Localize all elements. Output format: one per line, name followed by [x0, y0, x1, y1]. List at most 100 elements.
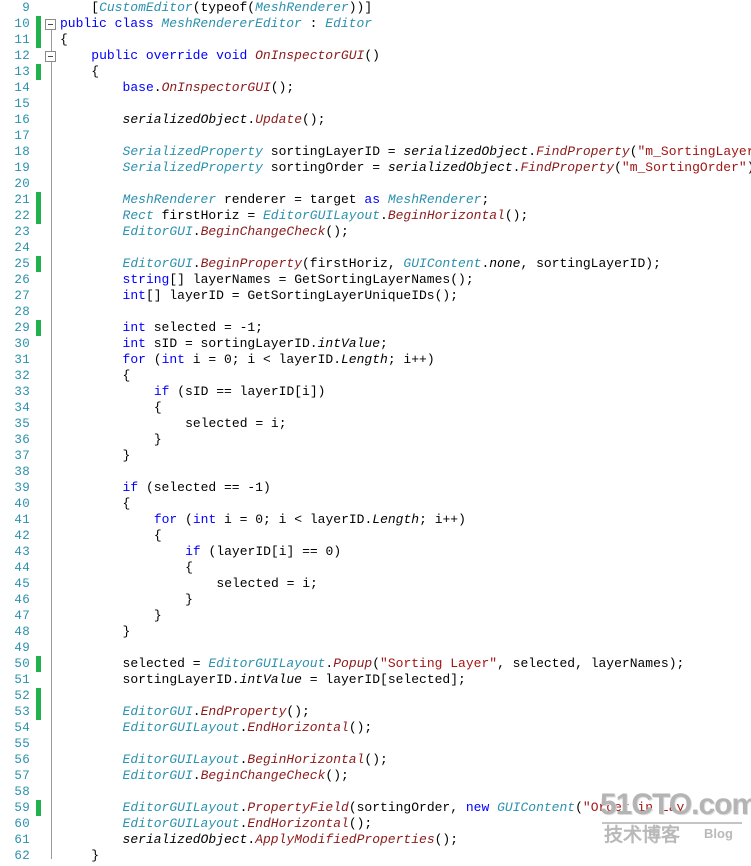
code-token-type: EditorGUI	[122, 224, 193, 239]
code-token-field: serializedObject	[122, 112, 248, 127]
code-line[interactable]: if (selected == -1)	[60, 480, 271, 496]
code-line[interactable]: EditorGUI.BeginChangeCheck();	[60, 224, 349, 240]
code-line[interactable]	[60, 128, 68, 144]
code-token-type: MeshRendererEditor	[161, 16, 302, 31]
code-line[interactable]: EditorGUILayout.EndHorizontal();	[60, 816, 373, 832]
code-token-plain: (	[614, 160, 622, 175]
code-line[interactable]: {	[60, 64, 99, 80]
code-token-kw: if	[153, 384, 170, 399]
line-number: 36	[14, 433, 30, 447]
code-token-plain: ();	[504, 208, 529, 223]
code-line[interactable]: Rect firstHoriz = EditorGUILayout.BeginH…	[60, 208, 529, 224]
code-line[interactable]: {	[60, 560, 193, 576]
code-token-field: none	[489, 256, 521, 271]
code-line[interactable]	[60, 784, 68, 800]
code-line[interactable]	[60, 96, 68, 112]
code-line[interactable]: serializedObject.Update();	[60, 112, 326, 128]
line-number: 13	[14, 65, 30, 79]
code-line[interactable]: {	[60, 528, 162, 544]
line-number: 51	[14, 673, 30, 687]
code-token-kw: new	[465, 800, 498, 815]
code-token-type: EditorGUI	[122, 704, 193, 719]
code-editor-pane[interactable]: 9 10 11 12 13 14 15 16 17 18 19 20 21 22 23 24 25 26 27 28 2…	[0, 0, 751, 866]
code-line[interactable]	[60, 688, 68, 704]
code-line[interactable]	[60, 176, 68, 192]
line-number: 31	[14, 353, 30, 367]
code-line[interactable]: {	[60, 400, 162, 416]
code-line[interactable]: EditorGUILayout.EndHorizontal();	[60, 720, 373, 736]
code-line[interactable]: {	[60, 496, 131, 512]
code-line[interactable]: int[] layerID = GetSortingLayerUniqueIDs…	[60, 288, 458, 304]
code-line[interactable]	[60, 304, 68, 320]
code-line[interactable]: SerializedProperty sortingLayerID = seri…	[60, 144, 751, 160]
code-token-plain: ; i++)	[387, 352, 435, 367]
code-line[interactable]: for (int i = 0; i < layerID.Length; i++)	[60, 352, 435, 368]
code-token-plain: :	[301, 16, 326, 31]
line-number: 38	[14, 465, 30, 479]
code-line[interactable]: SerializedProperty sortingOrder = serial…	[60, 160, 751, 176]
code-line[interactable]: }	[60, 624, 131, 640]
code-line[interactable]	[60, 240, 68, 256]
code-line[interactable]: sortingLayerID.intValue = layerID[select…	[60, 672, 466, 688]
code-line[interactable]: serializedObject.ApplyModifiedProperties…	[60, 832, 458, 848]
line-number: 35	[14, 417, 30, 431]
code-line[interactable]: [CustomEditor(typeof(MeshRenderer))]	[60, 0, 372, 16]
code-line[interactable]: {	[60, 32, 68, 48]
code-line[interactable]: }	[60, 608, 162, 624]
code-line[interactable]: int selected = -1;	[60, 320, 263, 336]
code-token-plain: ();	[348, 816, 373, 831]
code-line[interactable]: EditorGUILayout.BeginHorizontal();	[60, 752, 388, 768]
code-line[interactable]: MeshRenderer renderer = target as MeshRe…	[60, 192, 490, 208]
code-line[interactable]	[60, 736, 68, 752]
code-line[interactable]: public override void OnInspectorGUI()	[60, 48, 380, 64]
code-line[interactable]: int sID = sortingLayerID.intValue;	[60, 336, 388, 352]
code-token-plain: sortingLayerID =	[262, 144, 404, 159]
code-line[interactable]: EditorGUI.BeginChangeCheck();	[60, 768, 349, 784]
code-token-plain: .	[528, 144, 537, 159]
code-token-type: SerializedProperty	[122, 144, 263, 159]
code-text-area[interactable]: [CustomEditor(typeof(MeshRenderer))] publ…	[60, 0, 751, 866]
code-token-meth2: GetSortingLayerNames	[294, 272, 451, 287]
line-number: 52	[14, 689, 30, 703]
line-number: 33	[14, 385, 30, 399]
code-line[interactable]: EditorGUI.BeginProperty(firstHoriz, GUIC…	[60, 256, 661, 272]
line-number: 42	[14, 529, 30, 543]
code-token-type: EditorGUILayout	[122, 752, 240, 767]
code-line[interactable]: }	[60, 448, 131, 464]
code-line[interactable]: selected = i;	[60, 576, 317, 592]
line-change-bar	[36, 256, 41, 272]
code-line[interactable]: public class MeshRendererEditor : Editor	[60, 16, 372, 32]
code-token-kw: int	[192, 512, 217, 527]
code-line[interactable]: EditorGUI.EndProperty();	[60, 704, 310, 720]
code-token-type: EditorGUILayout	[122, 816, 240, 831]
code-line[interactable]: if (layerID[i] == 0)	[60, 544, 341, 560]
code-line[interactable]: selected = EditorGUILayout.Popup("Sortin…	[60, 656, 685, 672]
code-token-plain: (	[575, 800, 583, 815]
code-fold-toggle-minus-box[interactable]	[45, 51, 56, 62]
code-line[interactable]: EditorGUILayout.PropertyField(sortingOrd…	[60, 800, 685, 816]
code-line[interactable]: }	[60, 592, 193, 608]
code-line[interactable]: for (int i = 0; i < layerID.Length; i++)	[60, 512, 466, 528]
line-change-bar	[36, 64, 41, 80]
code-fold-toggle-minus-box[interactable]	[45, 19, 56, 30]
code-token-type: EditorGUILayout	[122, 800, 240, 815]
code-line[interactable]: base.OnInspectorGUI();	[60, 80, 295, 96]
code-token-plain: (sortingOrder,	[348, 800, 466, 815]
code-token-plain: sortingOrder =	[262, 160, 388, 175]
line-number: 56	[14, 753, 30, 767]
code-line[interactable]: {	[60, 368, 131, 384]
line-number: 50	[14, 657, 30, 671]
code-line[interactable]: string[] layerNames = GetSortingLayerNam…	[60, 272, 474, 288]
code-token-plain: {	[60, 32, 68, 47]
code-line[interactable]: selected = i;	[60, 416, 286, 432]
code-token-kw: as	[364, 192, 388, 207]
code-token-meth: EndProperty	[200, 704, 287, 719]
code-line[interactable]: if (sID == layerID[i])	[60, 384, 326, 400]
code-token-plain: (	[629, 144, 638, 159]
line-number: 11	[14, 33, 30, 47]
code-line[interactable]	[60, 640, 68, 656]
code-token-meth: PropertyField	[247, 800, 349, 815]
code-line[interactable]: }	[60, 432, 162, 448]
code-line[interactable]: }	[60, 848, 99, 864]
code-line[interactable]	[60, 464, 68, 480]
